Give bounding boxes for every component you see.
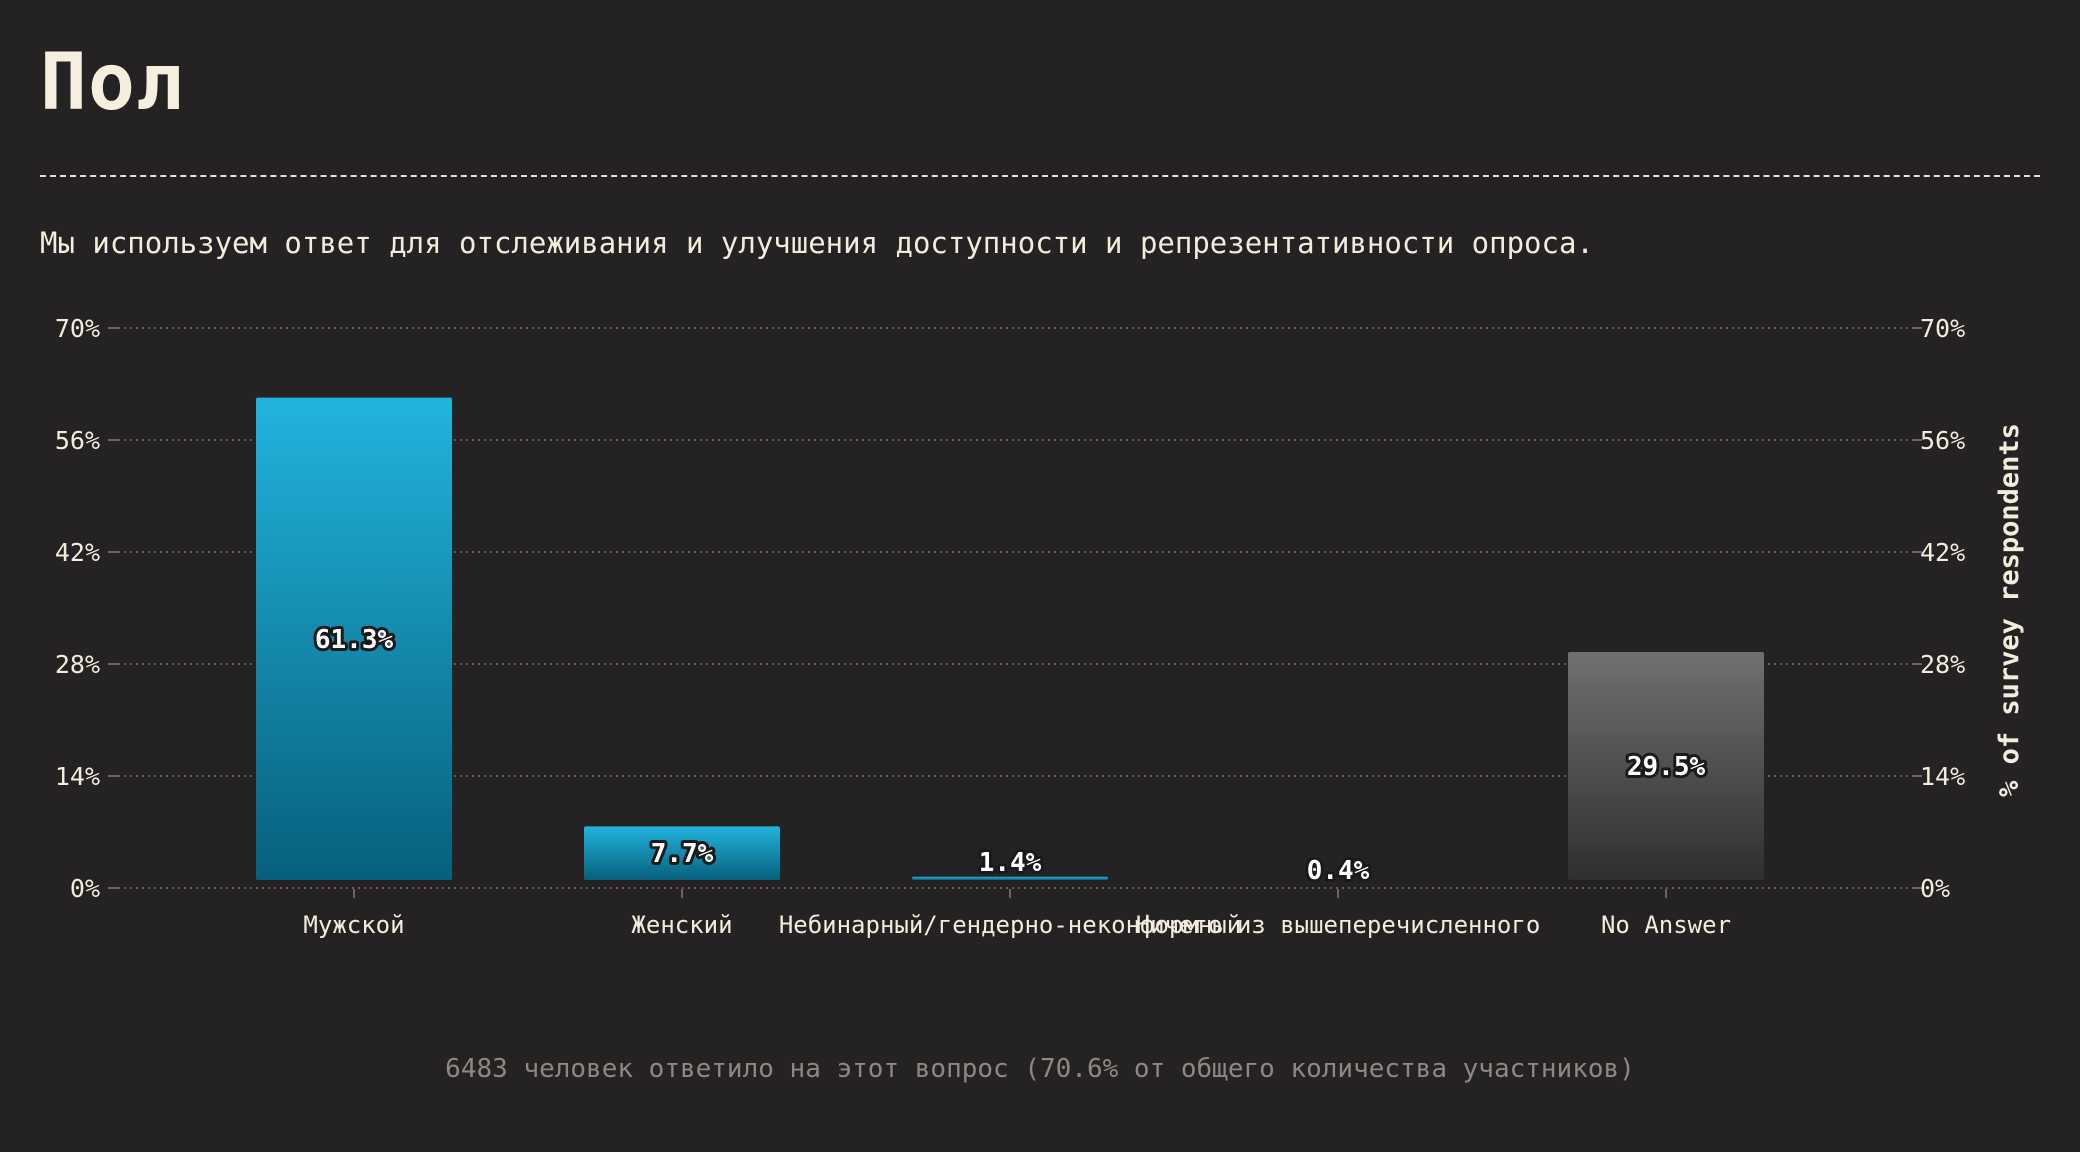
y-tick-label: 70%: [1920, 314, 1965, 343]
bar-value-label: 0.4%: [1307, 856, 1370, 886]
bars: [256, 397, 1764, 880]
y-axis-right: 0% 14% 28% 42% 56% 70%: [1912, 314, 1965, 903]
y-tick-label: 56%: [55, 426, 100, 455]
y-tick-label: 28%: [55, 650, 100, 679]
y-axis-title: % of survey respondents: [1994, 423, 2025, 797]
x-tick-label: Мужской: [303, 911, 404, 939]
x-tick-label: Женский: [631, 911, 732, 939]
x-axis: Мужской Женский Небинарный/гендерно-неконф…: [303, 889, 1731, 939]
y-tick-label: 14%: [55, 762, 100, 791]
y-tick-label: 56%: [1920, 426, 1965, 455]
bar-value-label: 7.7%: [651, 839, 714, 869]
y-tick-label: 0%: [70, 874, 100, 903]
value-labels: 61.3% 7.7% 1.4% 0.4% 29.5%: [312, 622, 1709, 889]
x-tick-label: Ничего из вышеперечисленного: [1136, 911, 1541, 939]
y-tick-label: 70%: [55, 314, 100, 343]
bar-value-label: 29.5%: [1627, 752, 1706, 782]
bar-chart: 0% 14% 28% 42% 56% 70% 0% 14% 28% 42% 56% 70% Мужс…: [55, 314, 2025, 939]
x-tick-label: No Answer: [1601, 911, 1731, 939]
respondents-footnote: 6483 человек ответило на этот вопрос (70…: [445, 1054, 1635, 1084]
y-axis-left: 0% 14% 28% 42% 56% 70%: [55, 314, 118, 903]
y-tick-label: 42%: [1920, 538, 1965, 567]
y-tick-label: 42%: [55, 538, 100, 567]
bar-value-label: 61.3%: [315, 625, 394, 655]
y-tick-label: 28%: [1920, 650, 1965, 679]
y-tick-label: 0%: [1920, 874, 1950, 903]
y-tick-label: 14%: [1920, 762, 1965, 791]
bar-value-label: 1.4%: [979, 848, 1042, 878]
